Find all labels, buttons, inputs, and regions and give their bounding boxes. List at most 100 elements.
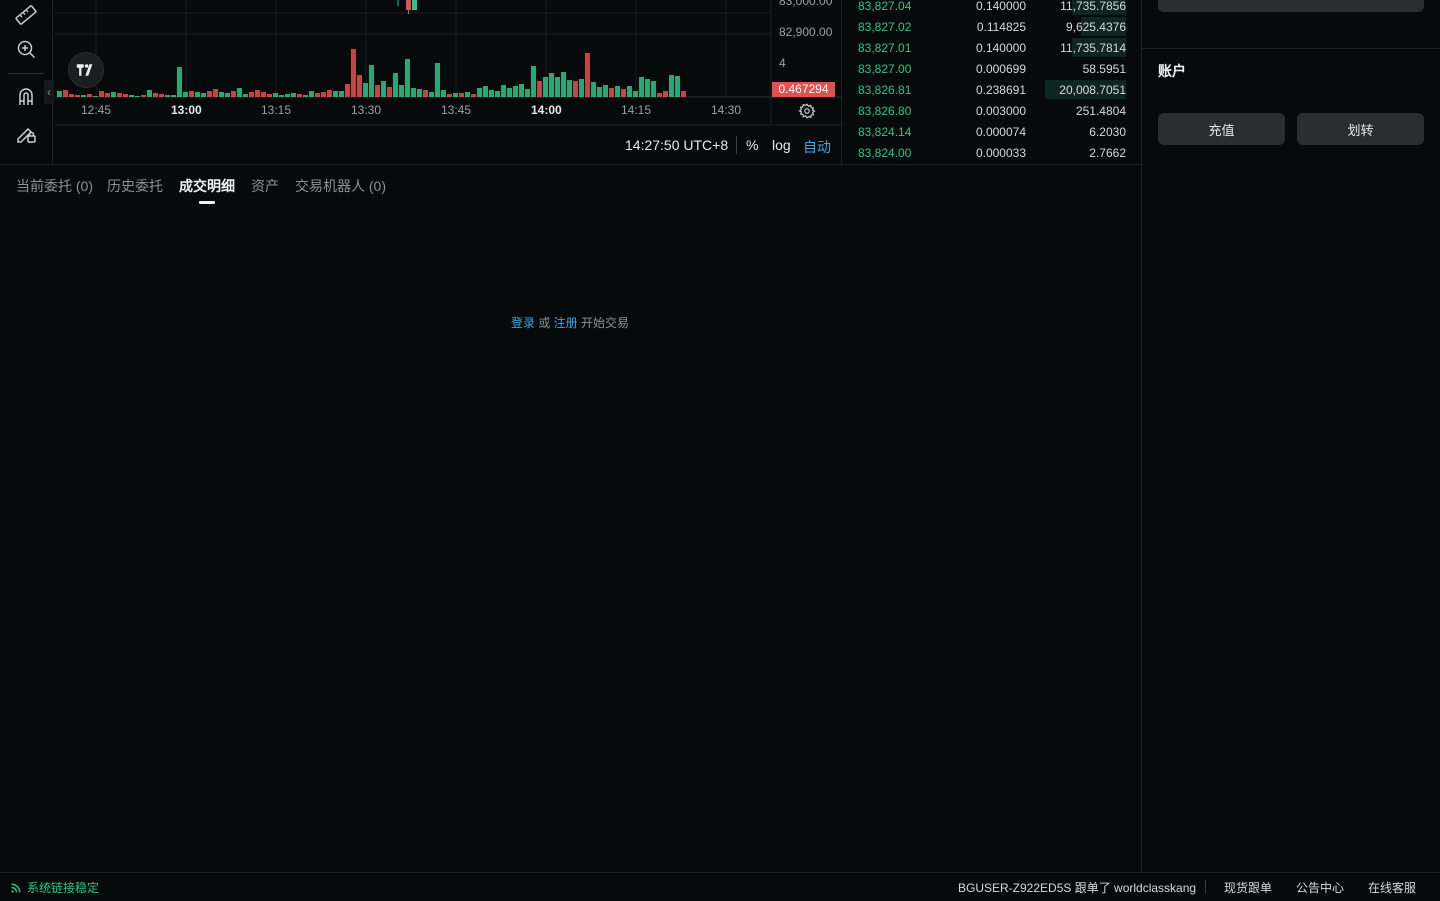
volume-bar (279, 95, 284, 97)
volume-bar (303, 95, 308, 97)
log-scale-toggle[interactable]: log (772, 137, 791, 153)
volume-bar (321, 92, 326, 97)
orderbook-total: 9,625.4376 (1065, 20, 1126, 34)
volume-bar (489, 90, 494, 97)
transfer-button[interactable]: 划转 (1297, 113, 1424, 145)
volume-bar (171, 95, 176, 97)
volume-bar (567, 80, 572, 97)
orderbook-row[interactable]: 83,827.04 0.140000 11,735.7856 (842, 0, 1142, 16)
login-link[interactable]: 登录 (511, 316, 535, 330)
volume-bar (219, 92, 224, 97)
register-link[interactable]: 注册 (554, 316, 578, 330)
volume-bar (441, 90, 446, 97)
volume-bar (573, 81, 578, 97)
orderbook-row[interactable]: 83,827.00 0.000699 58.5951 (842, 58, 1142, 79)
volume-bar (549, 73, 554, 97)
right-panel-divider (1142, 48, 1440, 49)
volume-bar (681, 91, 686, 97)
zoom-in-icon[interactable] (10, 34, 42, 64)
volume-bar (387, 87, 392, 97)
volume-bar (213, 89, 218, 97)
volume-bar (357, 75, 362, 97)
volume-bar (453, 93, 458, 97)
volume-bar (147, 90, 152, 97)
volume-bar (255, 90, 260, 97)
current-volume-badge: 0.467294 (772, 82, 835, 97)
tab-assets[interactable]: 资产 (251, 176, 279, 196)
volume-bar (465, 92, 470, 97)
volume-bar (189, 91, 194, 97)
footer-link-support[interactable]: 在线客服 (1368, 879, 1416, 896)
volume-bar (645, 79, 650, 97)
time-axis-label: 13:45 (441, 103, 472, 117)
volume-bar (111, 92, 116, 97)
footer-link-spot-copy[interactable]: 现货跟单 (1224, 879, 1272, 896)
volume-bar (105, 93, 110, 97)
volume-bar (297, 94, 302, 97)
volume-bar (63, 90, 68, 97)
copy-trade-notice[interactable]: BGUSER-Z922ED5S 跟单了 worldclasskang (958, 879, 1196, 896)
volume-bar (561, 72, 566, 97)
volume-bar (483, 86, 488, 97)
volume-bar (525, 89, 530, 97)
volume-bar (291, 93, 296, 97)
volume-bar (603, 85, 608, 97)
order-form-submit-area[interactable] (1158, 0, 1424, 12)
price-label-82900: 82,900.00 (779, 25, 833, 39)
orderbook-price: 83,827.01 (858, 41, 912, 55)
volume-bar (87, 94, 92, 97)
magnet-icon[interactable] (10, 82, 42, 112)
tab-open-orders[interactable]: 当前委托 (0) (16, 176, 93, 196)
panel-divider-vertical (1141, 0, 1142, 872)
volume-bar (537, 81, 542, 97)
pencil-lock-icon[interactable] (10, 118, 42, 148)
tab-trading-bots[interactable]: 交易机器人 (0) (295, 176, 386, 196)
orderbook-row[interactable]: 83,824.14 0.000074 6.2030 (842, 121, 1142, 142)
clock-divider (736, 136, 737, 154)
volume-scale-label: 4 (779, 56, 786, 70)
orderbook-total: 6.2030 (1089, 125, 1126, 139)
deposit-button[interactable]: 充值 (1158, 113, 1285, 145)
orderbook-row[interactable]: 83,827.02 0.114825 9,625.4376 (842, 16, 1142, 37)
orderbook-amount: 0.140000 (975, 41, 1026, 55)
volume-bar (555, 77, 560, 97)
ruler-icon[interactable] (10, 0, 42, 30)
time-axis-label: 14:30 (711, 103, 742, 117)
volume-bar (621, 89, 626, 97)
volume-bar (633, 91, 638, 97)
volume-bar (69, 94, 74, 97)
orderbook-amount: 0.000033 (975, 146, 1026, 160)
percent-scale-toggle[interactable]: % (746, 137, 758, 153)
time-axis-label: 13:15 (261, 103, 292, 117)
toolbar-collapse-button[interactable]: ‹ (44, 80, 54, 104)
volume-bar (129, 95, 134, 97)
tradingview-logo[interactable] (68, 52, 104, 88)
volume-bar (123, 94, 128, 97)
orderbook-total: 20,008.7051 (1059, 83, 1126, 97)
volume-bar (393, 73, 398, 97)
volume-bar (513, 86, 518, 97)
volume-bar (411, 88, 416, 97)
volume-bar (261, 92, 266, 97)
volume-bar (459, 93, 464, 97)
orderbook-row[interactable]: 83,826.81 0.238691 20,008.7051 (842, 79, 1142, 100)
volume-bar (141, 95, 146, 97)
toolbar-divider (8, 73, 44, 74)
auto-scale-toggle[interactable]: 自动 (803, 137, 831, 157)
orderbook-row[interactable]: 83,826.80 0.003000 251.4804 (842, 100, 1142, 121)
volume-bar (375, 85, 380, 97)
volume-bar (663, 91, 668, 97)
time-axis-label: 14:00 (531, 103, 562, 117)
footer-link-announcements[interactable]: 公告中心 (1296, 879, 1344, 896)
orderbook-price: 83,827.04 (858, 0, 912, 13)
time-axis-label: 14:15 (621, 103, 652, 117)
tab-trade-details[interactable]: 成交明细 (179, 176, 235, 196)
volume-bar (675, 76, 680, 97)
chart-settings-icon[interactable] (798, 102, 816, 120)
orderbook-row[interactable]: 83,827.01 0.140000 11,735.7814 (842, 37, 1142, 58)
orderbook-row[interactable]: 83,824.00 0.000033 2.7662 (842, 142, 1142, 163)
orderbook-amount: 0.000074 (975, 125, 1026, 139)
volume-bar (93, 96, 98, 97)
volume-bar (591, 82, 596, 97)
tab-order-history[interactable]: 历史委托 (107, 176, 163, 196)
